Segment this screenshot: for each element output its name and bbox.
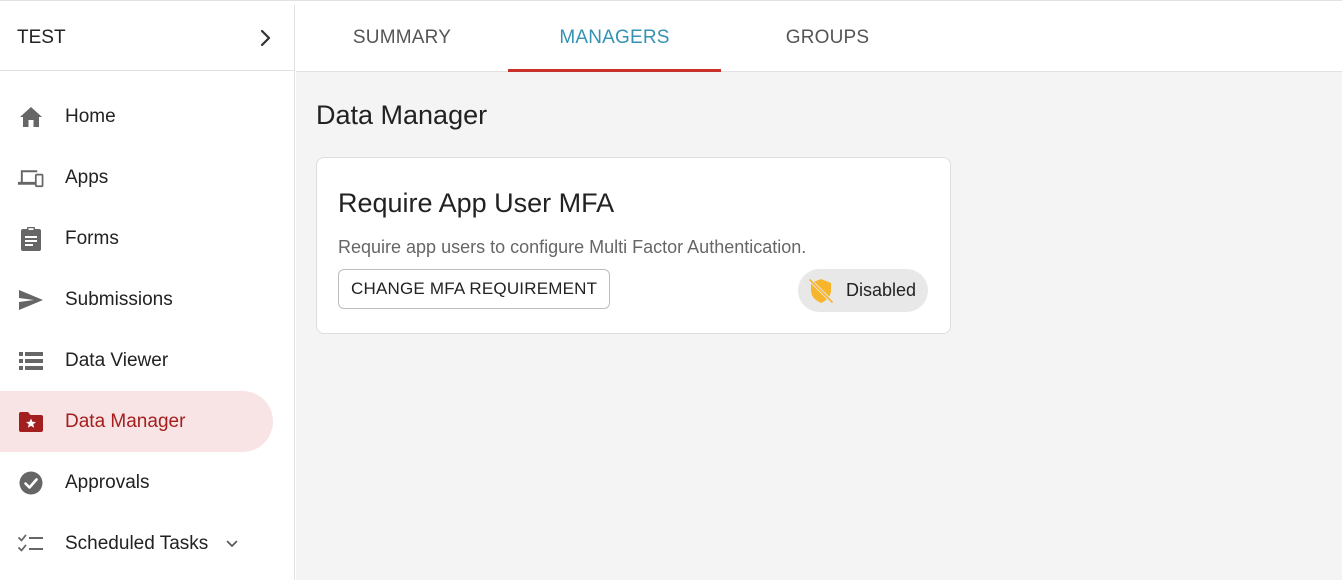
check-circle-icon — [17, 469, 44, 496]
page-title: Data Manager — [316, 100, 488, 130]
send-icon — [17, 286, 44, 313]
sidebar-item-label: Scheduled Tasks — [65, 532, 209, 554]
sidebar-item-forms[interactable]: Forms — [0, 208, 273, 269]
chevron-down-icon[interactable] — [226, 540, 238, 548]
tab-summary[interactable]: SUMMARY — [296, 5, 508, 71]
list-icon — [17, 347, 44, 374]
card-title: Require App User MFA — [338, 188, 615, 218]
sidebar-item-label: Approvals — [65, 471, 150, 493]
sidebar: TEST Home Apps Forms Submissions Data Vi… — [0, 5, 295, 580]
app-window: TEST Home Apps Forms Submissions Data Vi… — [0, 0, 1342, 580]
checklist-icon — [17, 530, 44, 557]
change-mfa-requirement-button[interactable]: CHANGE MFA REQUIREMENT — [338, 269, 611, 309]
workspace-selector[interactable]: TEST — [0, 5, 294, 71]
mfa-card: Require App User MFA Require app users t… — [316, 157, 951, 334]
sidebar-item-data-viewer[interactable]: Data Viewer — [0, 330, 273, 391]
tab-bar: SUMMARY MANAGERS GROUPS — [296, 5, 1342, 72]
devices-icon — [17, 164, 44, 191]
tab-label: MANAGERS — [559, 27, 670, 48]
sidebar-item-submissions[interactable]: Submissions — [0, 269, 273, 330]
tab-groups[interactable]: GROUPS — [721, 5, 934, 71]
tab-label: SUMMARY — [352, 27, 452, 48]
sidebar-item-data-manager[interactable]: Data Manager — [0, 391, 273, 452]
sidebar-item-label: Forms — [65, 227, 119, 249]
sidebar-item-approvals[interactable]: Approvals — [0, 452, 273, 513]
sidebar-item-scheduled-tasks[interactable]: Scheduled Tasks — [0, 513, 273, 574]
tab-label: GROUPS — [785, 27, 870, 48]
sidebar-item-label: Home — [65, 105, 116, 127]
folder-star-icon — [17, 408, 44, 435]
main-content: SUMMARY MANAGERS GROUPS Data Manager Req… — [296, 5, 1342, 580]
sidebar-item-label: Data Viewer — [65, 349, 169, 371]
home-icon — [17, 103, 44, 130]
sidebar-item-label: Data Manager — [65, 410, 186, 432]
sidebar-item-label: Apps — [65, 166, 109, 188]
sidebar-item-label: Submissions — [65, 288, 173, 310]
status-badge: Disabled — [798, 269, 928, 312]
workspace-name: TEST — [17, 26, 66, 48]
tab-managers[interactable]: MANAGERS — [508, 5, 721, 72]
card-description: Require app users to configure Multi Fac… — [338, 237, 807, 257]
clipboard-icon — [17, 225, 44, 252]
sidebar-item-home[interactable]: Home — [0, 86, 273, 147]
chevron-right-icon — [258, 29, 272, 47]
sidebar-item-apps[interactable]: Apps — [0, 147, 273, 208]
status-label: Disabled — [846, 280, 917, 300]
shield-off-icon — [806, 276, 836, 306]
